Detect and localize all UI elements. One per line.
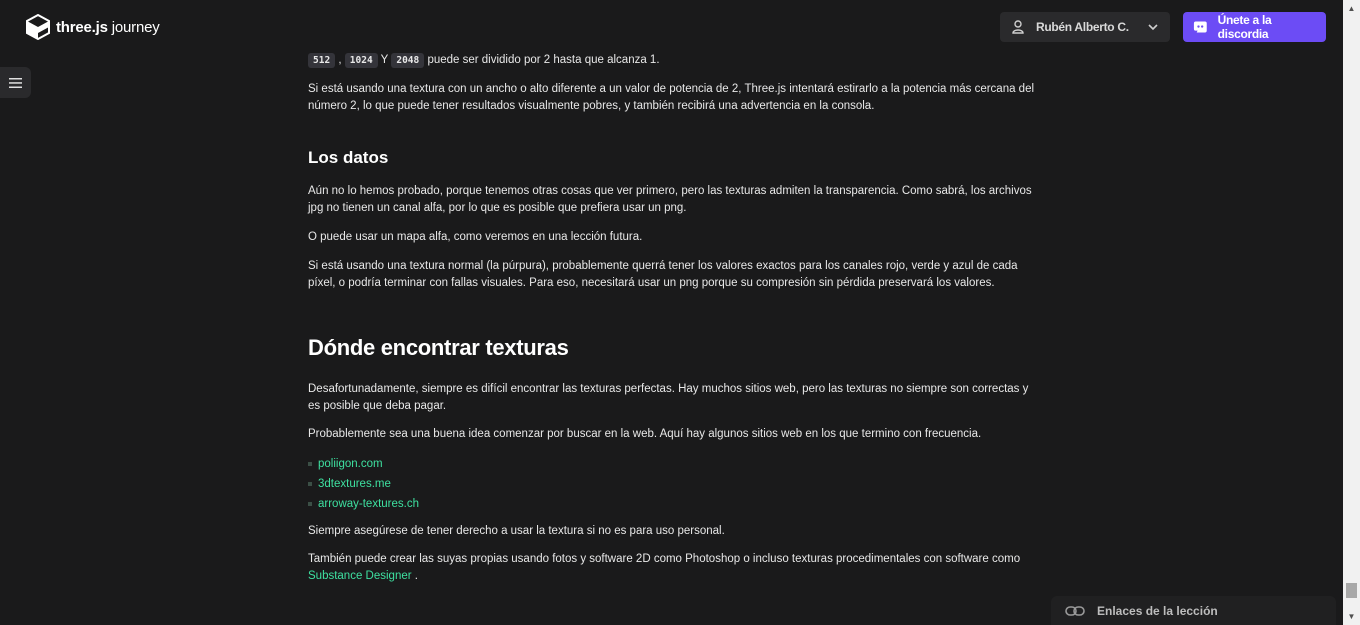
link-poliigon[interactable]: poliigon.com (318, 454, 383, 474)
sidebar-menu-toggle[interactable] (0, 67, 31, 98)
site-logo[interactable]: three.js journey (26, 14, 160, 40)
list-item: poliigon.com (308, 454, 419, 474)
chevron-down-icon (1148, 23, 1158, 30)
paragraph-data-2: O puede usar un mapa alfa, como veremos … (308, 231, 643, 243)
logo-suffix: journey (107, 18, 160, 36)
intro-paragraph: 512 , 1024 Y 2048 puede ser dividido por… (308, 52, 660, 69)
logo-text: three.js journey (56, 19, 160, 36)
create-own-suffix: . (414, 570, 418, 582)
heading-los-datos: Los datos (308, 148, 389, 167)
discord-icon (1193, 21, 1207, 33)
code-2048: 2048 (391, 53, 425, 68)
chain-link-icon (1065, 605, 1085, 616)
paragraph-find-2: Probablemente sea una buena idea comenza… (308, 428, 982, 440)
texture-sites-list: poliigon.com 3dtextures.me arroway-textu… (308, 454, 419, 514)
paragraph-rights: Siempre asegúrese de tener derecho a usa… (308, 525, 725, 537)
user-menu-button[interactable]: Rubén Alberto C. (1000, 12, 1170, 42)
join-discord-button[interactable]: Únete a la discordia (1183, 12, 1326, 42)
paragraph-create-own: También puede crear las suyas propias us… (308, 551, 1038, 585)
heading-where-to-find-textures: Dónde encontrar texturas (308, 335, 569, 360)
page-scrollbar[interactable]: ▲ ▼ (1343, 0, 1360, 625)
user-name: Rubén Alberto C. (1036, 20, 1129, 34)
logo-brand: three.js (56, 18, 108, 36)
scrollbar-thumb[interactable] (1346, 583, 1357, 598)
link-substance-designer[interactable]: Substance Designer (308, 570, 412, 582)
discord-button-label: Únete a la discordia (1217, 13, 1272, 41)
link-arroway-textures[interactable]: arroway-textures.ch (318, 494, 419, 514)
bullet (308, 502, 312, 506)
lesson-links-label: Enlaces de la lección (1097, 603, 1218, 618)
threejs-cube-logo-icon (26, 14, 50, 40)
link-3dtextures[interactable]: 3dtextures.me (318, 474, 391, 494)
lesson-links-panel[interactable]: Enlaces de la lección (1051, 596, 1336, 625)
create-own-text: También puede crear las suyas propias us… (308, 553, 1021, 565)
hamburger-menu-icon (9, 77, 22, 88)
code-1024: 1024 (344, 53, 378, 68)
list-item: arroway-textures.ch (308, 494, 419, 514)
code-512: 512 (308, 53, 336, 68)
scroll-up-arrow-icon[interactable]: ▲ (1343, 0, 1360, 17)
intro-separator-2: Y (380, 54, 389, 66)
bullet (308, 482, 312, 486)
user-icon (1012, 20, 1024, 34)
bullet (308, 462, 312, 466)
list-item: 3dtextures.me (308, 474, 419, 494)
paragraph-find-1: Desafortunadamente, siempre es difícil e… (308, 383, 1029, 412)
scroll-down-arrow-icon[interactable]: ▼ (1343, 608, 1360, 625)
paragraph-data-3: Si está usando una textura normal (la pú… (308, 260, 1018, 289)
paragraph-power-of-two: Si está usando una textura con un ancho … (308, 83, 1035, 112)
intro-separator-1: , (338, 54, 342, 66)
paragraph-data-1: Aún no lo hemos probado, porque tenemos … (308, 185, 1032, 214)
intro-tail: puede ser dividido por 2 hasta que alcan… (427, 54, 660, 66)
